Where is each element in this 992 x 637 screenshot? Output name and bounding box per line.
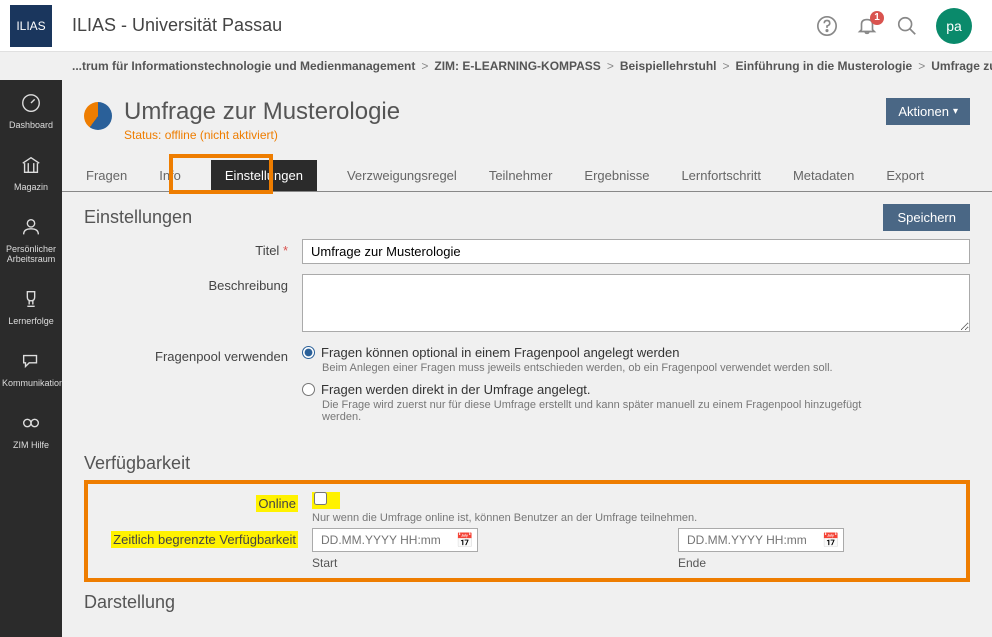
title-input[interactable] <box>302 239 970 264</box>
sidebar-item-zim-hilfe[interactable]: ZIM Hilfe <box>0 400 62 462</box>
chevron-right-icon: > <box>607 59 614 73</box>
page-status: Status: offline (nicht aktiviert) <box>124 128 400 142</box>
pool-option-2-label: Fragen werden direkt in der Umfrage ange… <box>321 382 591 397</box>
breadcrumb-item[interactable]: Beispiellehrstuhl <box>620 59 717 73</box>
start-label: Start <box>312 556 478 570</box>
online-help: Nur wenn die Umfrage online ist, können … <box>312 512 960 524</box>
tab-lernfortschritt[interactable]: Lernfortschritt <box>679 160 762 191</box>
ilias-logo[interactable]: ILIAS <box>10 5 52 47</box>
sidebar-item-label: Dashboard <box>2 120 60 130</box>
end-date-input[interactable] <box>679 529 819 551</box>
sidebar-item-label: Lernerfolge <box>2 316 60 326</box>
page-title: Umfrage zur Musterologie <box>124 98 400 126</box>
sidebar-item-label: Magazin <box>2 182 60 192</box>
pool-label: Fragenpool verwenden <box>84 345 302 431</box>
tab-metadaten[interactable]: Metadaten <box>791 160 856 191</box>
pool-option-2-radio[interactable] <box>302 383 315 396</box>
online-label: Online <box>94 492 312 524</box>
availability-highlight-box: Online Nur wenn die Umfrage online ist, … <box>84 480 970 582</box>
actions-dropdown[interactable]: Aktionen <box>886 98 970 125</box>
pool-option-1-label: Fragen können optional in einem Fragenpo… <box>321 345 679 360</box>
main-content: Umfrage zur Musterologie Status: offline… <box>62 80 992 637</box>
save-button[interactable]: Speichern <box>883 204 970 231</box>
help-icon[interactable] <box>816 15 838 37</box>
description-label: Beschreibung <box>84 274 302 335</box>
top-header: ILIAS ILIAS - Universität Passau 1 pa <box>0 0 992 52</box>
section-title-verfuegbarkeit: Verfügbarkeit <box>84 453 970 474</box>
end-label: Ende <box>678 556 844 570</box>
limited-availability-label: Zeitlich begrenzte Verfügbarkeit <box>94 528 312 570</box>
pool-option-1-radio[interactable] <box>302 346 315 359</box>
tab-verzweigungsregel[interactable]: Verzweigungsregel <box>345 160 459 191</box>
tab-einstellungen[interactable]: Einstellungen <box>211 160 317 191</box>
breadcrumb-item[interactable]: Einführung in die Musterologie <box>736 59 913 73</box>
header-title: ILIAS - Universität Passau <box>72 15 816 36</box>
sidebar-item-dashboard[interactable]: Dashboard <box>0 80 62 142</box>
chevron-right-icon: > <box>723 59 730 73</box>
survey-icon <box>84 102 112 130</box>
sidebar-item-lernerfolge[interactable]: Lernerfolge <box>0 276 62 338</box>
breadcrumb-item[interactable]: ...trum für Informationstechnologie und … <box>72 59 415 73</box>
calendar-icon[interactable]: 📅 <box>819 532 843 549</box>
sidebar: Dashboard Magazin Persönlicher Arbeitsra… <box>0 0 62 637</box>
chevron-right-icon: > <box>421 59 428 73</box>
online-checkbox[interactable] <box>314 492 327 505</box>
sidebar-item-magazin[interactable]: Magazin <box>0 142 62 204</box>
tab-ergebnisse[interactable]: Ergebnisse <box>582 160 651 191</box>
section-title-einstellungen: Einstellungen <box>84 207 192 228</box>
tabs: Fragen Info Einstellungen Verzweigungsre… <box>62 160 992 192</box>
tab-info[interactable]: Info <box>157 160 183 191</box>
sidebar-item-workspace[interactable]: Persönlicher Arbeitsraum <box>0 204 62 276</box>
tab-teilnehmer[interactable]: Teilnehmer <box>487 160 555 191</box>
chevron-right-icon: > <box>918 59 925 73</box>
calendar-icon[interactable]: 📅 <box>453 532 477 549</box>
search-icon[interactable] <box>896 15 918 37</box>
description-textarea[interactable] <box>302 274 970 332</box>
breadcrumb-item[interactable]: ZIM: E-LEARNING-KOMPASS <box>434 59 600 73</box>
sidebar-item-label: Persönlicher Arbeitsraum <box>2 244 60 264</box>
breadcrumb: ...trum für Informationstechnologie und … <box>0 52 992 80</box>
avatar[interactable]: pa <box>936 8 972 44</box>
title-label: Titel * <box>84 239 302 264</box>
start-date-input[interactable] <box>313 529 453 551</box>
tab-fragen[interactable]: Fragen <box>84 160 129 191</box>
pool-option-2-help: Die Frage wird zuerst nur für diese Umfr… <box>322 399 882 423</box>
notification-icon[interactable]: 1 <box>856 15 878 37</box>
sidebar-item-label: ZIM Hilfe <box>2 440 60 450</box>
pool-option-1-help: Beim Anlegen einer Fragen muss jeweils e… <box>322 362 882 374</box>
sidebar-item-kommunikation[interactable]: Kommunikation <box>0 338 62 400</box>
sidebar-item-label: Kommunikation <box>2 378 60 388</box>
notification-badge: 1 <box>870 11 884 25</box>
section-title-darstellung: Darstellung <box>84 592 970 613</box>
tab-export[interactable]: Export <box>884 160 926 191</box>
breadcrumb-item[interactable]: Umfrage zur Musterolog <box>931 59 992 73</box>
